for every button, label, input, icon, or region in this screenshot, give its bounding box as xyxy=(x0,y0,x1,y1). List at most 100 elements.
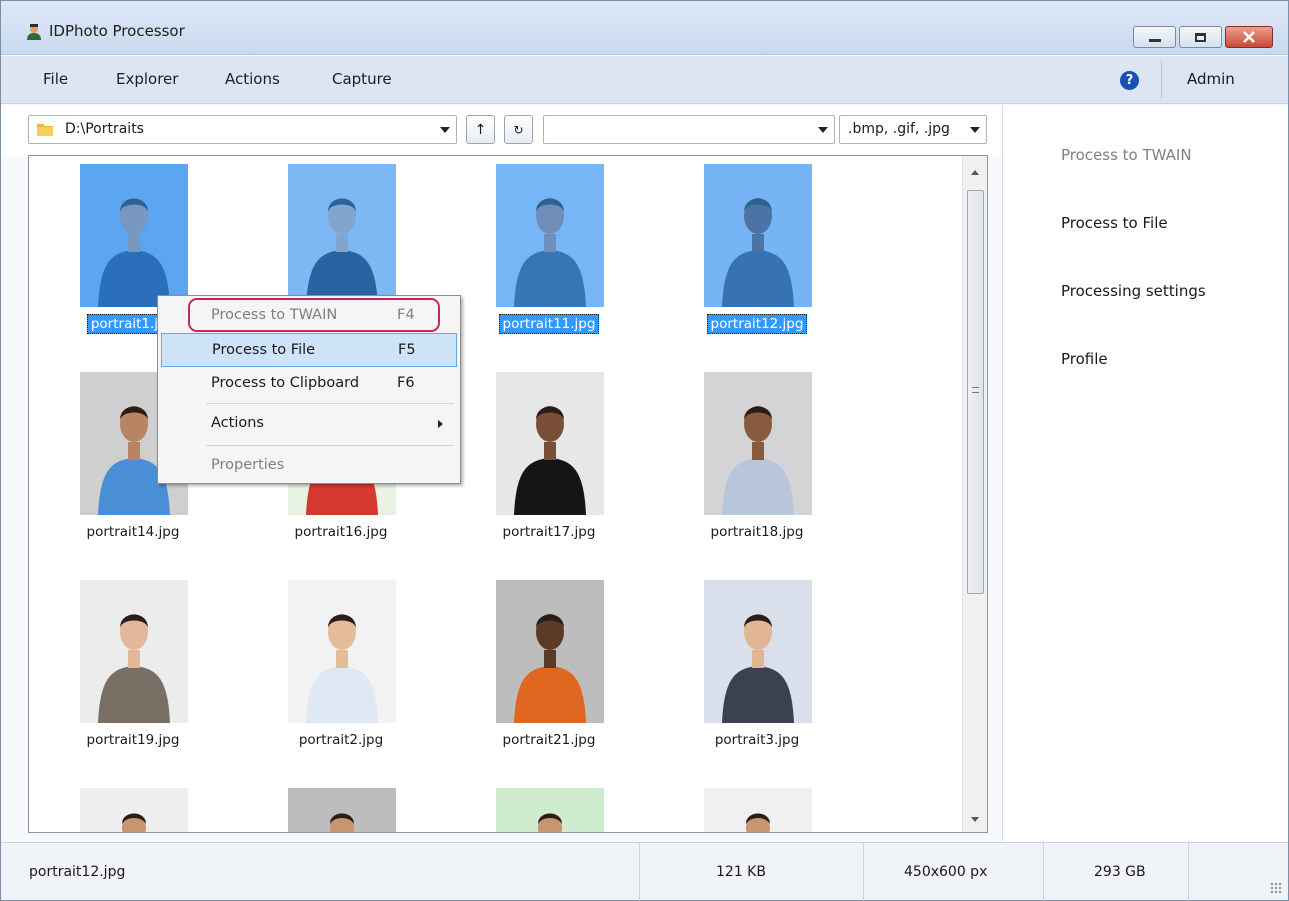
chevron-down-icon[interactable] xyxy=(818,127,828,133)
context-item-process-to-clipboard[interactable]: Process to Clipboard F6 xyxy=(161,367,457,401)
portrait-thumbnail[interactable] xyxy=(704,788,812,832)
filter-combo[interactable] xyxy=(543,115,835,144)
file-name: portrait2.jpg xyxy=(298,732,384,748)
portrait-thumbnail[interactable] xyxy=(80,788,188,832)
selection-overlay xyxy=(704,164,812,307)
menu-bar: File Explorer Actions Capture ? Admin xyxy=(1,56,1288,104)
menu-capture[interactable]: Capture xyxy=(332,70,392,88)
portrait-thumbnail[interactable] xyxy=(80,164,188,307)
portrait-thumbnail[interactable] xyxy=(288,580,396,723)
context-item-properties[interactable]: Properties xyxy=(161,449,457,483)
refresh-button[interactable]: ↻ xyxy=(504,115,533,144)
status-filesize: 121 KB xyxy=(716,864,766,880)
maximize-button[interactable] xyxy=(1179,26,1222,48)
side-processing-settings[interactable]: Processing settings xyxy=(1061,282,1206,300)
side-process-to-file[interactable]: Process to File xyxy=(1061,214,1168,232)
file-name: portrait11.jpg xyxy=(498,314,600,334)
up-folder-button[interactable]: ↑ xyxy=(466,115,495,144)
minimize-button[interactable] xyxy=(1133,26,1176,48)
menu-explorer[interactable]: Explorer xyxy=(116,70,178,88)
thumbnail-tile[interactable]: portrait18.jpg xyxy=(653,364,861,564)
scrollbar-thumb[interactable] xyxy=(967,190,984,594)
status-divider xyxy=(1188,843,1189,901)
thumbnail-caption: portrait14.jpg xyxy=(29,524,237,540)
selection-overlay xyxy=(288,164,396,307)
portrait-thumbnail[interactable] xyxy=(496,580,604,723)
arrow-up-icon: ↑ xyxy=(474,121,487,138)
menu-separator xyxy=(206,403,454,404)
thumbnail-caption: portrait19.jpg xyxy=(29,732,237,748)
close-icon xyxy=(1243,31,1255,43)
portrait-thumbnail[interactable] xyxy=(496,788,604,832)
file-name: portrait16.jpg xyxy=(294,524,388,540)
thumbnail-caption: portrait21.jpg xyxy=(445,732,653,748)
status-divider xyxy=(1043,843,1044,901)
submenu-arrow-icon xyxy=(438,420,443,428)
thumbnail-gallery[interactable]: portrait1.jpgportrait10.jpgportrait11.jp… xyxy=(28,155,988,833)
portrait-thumbnail[interactable] xyxy=(288,164,396,307)
file-name: portrait12.jpg xyxy=(706,314,808,334)
portrait-thumbnail[interactable] xyxy=(288,788,396,832)
scroll-up-icon[interactable] xyxy=(971,170,979,175)
shortcut-label: F6 xyxy=(397,375,415,391)
thumbnail-tile[interactable]: portrait19.jpg xyxy=(29,572,237,772)
admin-menu[interactable]: Admin xyxy=(1187,70,1235,88)
help-icon[interactable]: ? xyxy=(1120,71,1139,90)
path-combo[interactable]: D:\Portraits xyxy=(28,115,457,144)
folder-icon xyxy=(37,124,53,136)
file-name: portrait19.jpg xyxy=(86,732,180,748)
vertical-scrollbar[interactable] xyxy=(962,156,987,832)
thumbnail-caption: portrait16.jpg xyxy=(237,524,445,540)
shortcut-label: F5 xyxy=(398,342,416,358)
context-item-actions[interactable]: Actions xyxy=(161,407,457,441)
file-name: portrait3.jpg xyxy=(714,732,800,748)
thumbnail-tile[interactable]: portrait3.jpg xyxy=(653,572,861,772)
side-profile[interactable]: Profile xyxy=(1061,350,1108,368)
file-name: portrait18.jpg xyxy=(710,524,804,540)
thumbnail-caption: portrait3.jpg xyxy=(653,732,861,748)
portrait-thumbnail[interactable] xyxy=(704,372,812,515)
thumbnail-caption: portrait2.jpg xyxy=(237,732,445,748)
thumbnail-caption: portrait12.jpg xyxy=(653,314,861,334)
selection-overlay xyxy=(496,164,604,307)
portrait-thumbnail[interactable] xyxy=(496,164,604,307)
toolbar: D:\Portraits ↑ ↻ .bmp, .gif, .jpg xyxy=(1,105,1001,157)
minimize-icon xyxy=(1148,38,1161,42)
thumbnail-caption: portrait18.jpg xyxy=(653,524,861,540)
context-item-process-to-file[interactable]: Process to File F5 xyxy=(161,333,457,367)
thumbnail-tile[interactable]: portrait17.jpg xyxy=(445,364,653,564)
menu-separator xyxy=(206,445,454,446)
thumbnail-tile[interactable]: portrait12.jpg xyxy=(653,156,861,356)
close-button[interactable] xyxy=(1225,26,1273,48)
status-dimensions: 450x600 px xyxy=(904,864,988,880)
chevron-down-icon[interactable] xyxy=(440,127,450,133)
app-icon xyxy=(27,24,41,40)
grip-icon xyxy=(972,387,979,393)
file-name: portrait21.jpg xyxy=(502,732,596,748)
scroll-down-icon[interactable] xyxy=(971,817,979,822)
status-bar: portrait12.jpg 121 KB 450x600 px 293 GB xyxy=(1,842,1288,901)
thumbnail-tile[interactable]: portrait11.jpg xyxy=(445,156,653,356)
status-divider xyxy=(863,843,864,901)
path-value: D:\Portraits xyxy=(65,121,144,137)
side-process-to-twain[interactable]: Process to TWAIN xyxy=(1061,146,1192,164)
selection-overlay xyxy=(80,164,188,307)
thumbnail-caption: portrait11.jpg xyxy=(445,314,653,334)
status-divider xyxy=(639,843,640,901)
context-menu: Process to TWAIN F4 Process to File F5 P… xyxy=(157,295,461,484)
portrait-thumbnail[interactable] xyxy=(704,580,812,723)
window-title: IDPhoto Processor xyxy=(49,22,185,40)
chevron-down-icon[interactable] xyxy=(970,127,980,133)
thumbnail-tile[interactable]: portrait21.jpg xyxy=(445,572,653,772)
highlight-annotation xyxy=(188,298,440,332)
extension-filter-combo[interactable]: .bmp, .gif, .jpg xyxy=(839,115,987,144)
menu-actions[interactable]: Actions xyxy=(225,70,280,88)
portrait-thumbnail[interactable] xyxy=(496,372,604,515)
portrait-thumbnail[interactable] xyxy=(704,164,812,307)
thumbnail-tile[interactable]: portrait2.jpg xyxy=(237,572,445,772)
menu-file[interactable]: File xyxy=(43,70,68,88)
portrait-thumbnail[interactable] xyxy=(80,580,188,723)
context-item-label: Process to File xyxy=(212,342,316,358)
title-bar: IDPhoto Processor xyxy=(1,1,1288,55)
resize-grip-icon[interactable] xyxy=(1270,882,1282,894)
